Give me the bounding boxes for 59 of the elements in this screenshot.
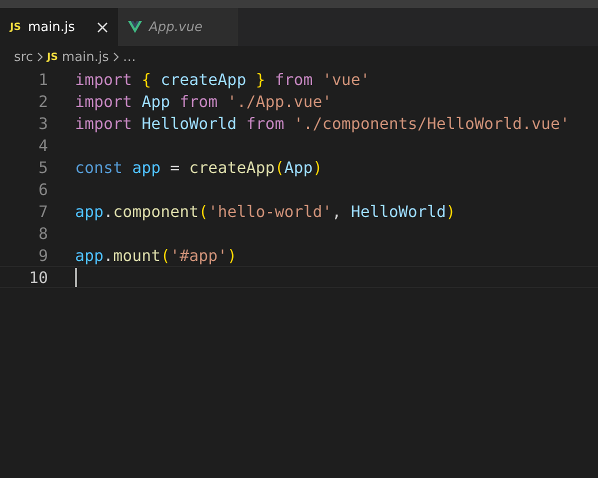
code-token: const [75, 158, 123, 176]
close-icon[interactable] [97, 22, 108, 32]
code-token: ( [274, 158, 284, 176]
code-token: mount [113, 246, 161, 264]
code-token: , [332, 202, 342, 220]
code-token: import [75, 70, 134, 88]
code-token: 'hello-world' [208, 202, 332, 220]
line-number: 4 [37, 136, 48, 154]
vue-logo-icon [128, 21, 142, 33]
code-token: { [142, 70, 152, 88]
line-number: 9 [37, 246, 48, 264]
line-number: 2 [37, 92, 48, 110]
text-cursor [75, 268, 77, 286]
code-token: ( [198, 202, 208, 220]
code-token: HelloWorld [140, 114, 238, 132]
line-number: 8 [37, 224, 48, 242]
code-token: = [170, 158, 181, 176]
code-token: '#app' [170, 246, 228, 264]
code-token: component [113, 202, 199, 220]
code-token: './components/HelloWorld.vue' [292, 114, 570, 132]
code-token: 'vue' [322, 70, 370, 88]
code-token: . [104, 202, 114, 220]
line-number: 1 [37, 70, 48, 88]
chevron-icon [112, 52, 119, 62]
code-token: from [246, 114, 284, 132]
code-token: HelloWorld [350, 202, 446, 220]
line-number: 10 [28, 268, 48, 286]
code-token: createApp [160, 70, 248, 88]
breadcrumb-item[interactable]: … [122, 50, 136, 64]
breadcrumb-item[interactable]: src [14, 50, 33, 64]
line-number: 6 [37, 180, 48, 198]
code-token: . [104, 246, 114, 264]
code-token: ) [446, 202, 456, 220]
breadcrumb-item[interactable]: main.js [62, 50, 109, 64]
tab-label: App.vue [149, 20, 204, 34]
code-token: } [256, 70, 266, 88]
editor-tab[interactable]: App.vue [118, 8, 238, 46]
code-token: from [180, 92, 218, 110]
code-token: ) [227, 246, 237, 264]
code-token: import [75, 92, 132, 110]
js-file-icon: JS [46, 52, 58, 62]
editor-tab[interactable]: JS main.js [0, 8, 118, 46]
line-number: 7 [37, 202, 48, 220]
line-number: 5 [37, 158, 48, 176]
code-token: from [274, 70, 314, 88]
tab-label: main.js [28, 20, 76, 34]
code-token: app [131, 158, 162, 176]
code-token: app [75, 246, 104, 264]
code-token: import [75, 114, 132, 132]
code-token: app [75, 202, 104, 220]
line-number: 3 [37, 114, 48, 132]
code-token: ) [312, 158, 322, 176]
chevron-icon [36, 52, 43, 62]
code-token: App [140, 92, 172, 110]
js-file-icon: JS [10, 22, 21, 32]
code-token: createApp [189, 158, 275, 176]
code-token: './App.vue' [226, 92, 332, 110]
code-token: ( [160, 246, 170, 264]
code-token: App [284, 158, 313, 176]
